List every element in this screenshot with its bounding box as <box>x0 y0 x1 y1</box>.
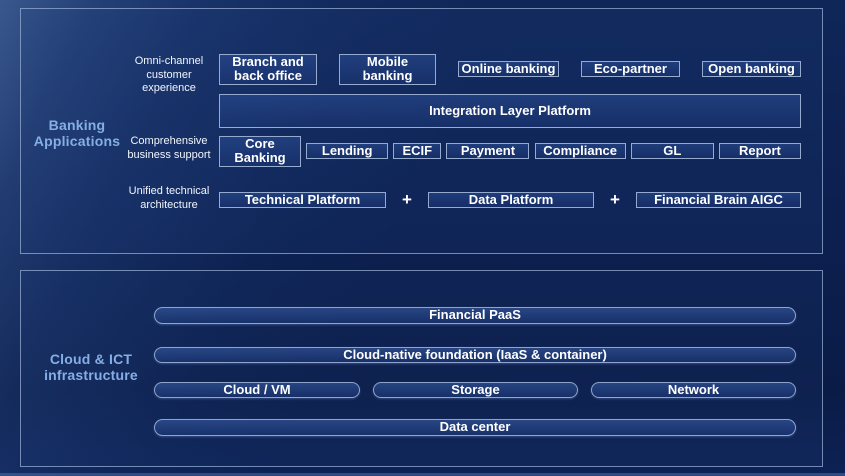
box-gl: GL <box>631 143 714 160</box>
cloud-ict-panel: Cloud & ICT infrastructure Financial Paa… <box>20 270 823 467</box>
box-cloud-native-foundation: Cloud-native foundation (IaaS & containe… <box>154 347 796 364</box>
box-technical-platform: Technical Platform <box>219 192 386 209</box>
banking-applications-panel: Banking Applications Omni-channel custom… <box>20 8 823 254</box>
comprehensive-business-support-label: Comprehensive business support <box>113 135 225 162</box>
banking-content: Branch and back office Mobile banking On… <box>219 9 801 253</box>
box-network: Network <box>591 382 796 399</box>
box-storage: Storage <box>373 382 578 399</box>
box-branch-and-back-office: Branch and back office <box>219 54 317 85</box>
box-cloud-vm: Cloud / VM <box>154 382 360 399</box>
cloud-ict-infrastructure-label: Cloud & ICT infrastructure <box>31 351 151 383</box>
plus-sign-1: + <box>386 190 428 210</box>
architecture-diagram: Banking Applications Omni-channel custom… <box>0 0 845 476</box>
datacenter-row: Data center <box>154 413 796 442</box>
box-ecif: ECIF <box>393 143 441 160</box>
cloud-content: Financial PaaS Cloud-native foundation (… <box>154 271 796 466</box>
box-financial-paas: Financial PaaS <box>154 307 796 324</box>
paas-row: Financial PaaS <box>154 301 796 330</box>
box-lending: Lending <box>306 143 388 160</box>
architecture-row: Technical Platform + Data Platform + Fin… <box>219 179 801 221</box>
box-integration-layer-platform: Integration Layer Platform <box>219 94 801 128</box>
plus-sign-2: + <box>594 190 636 210</box>
channel-row: Branch and back office Mobile banking On… <box>219 53 801 85</box>
box-core-banking: Core Banking <box>219 136 301 167</box>
box-payment: Payment <box>446 143 529 160</box>
business-row: Core Banking Lending ECIF Payment Compli… <box>219 134 801 168</box>
box-data-platform: Data Platform <box>428 192 594 209</box>
box-online-banking: Online banking <box>458 61 559 78</box>
box-eco-partner: Eco-partner <box>581 61 680 78</box>
box-mobile-banking: Mobile banking <box>339 54 436 85</box>
box-data-center: Data center <box>154 419 796 436</box>
unified-technical-architecture-label: Unified technical architecture <box>113 185 225 212</box>
box-open-banking: Open banking <box>702 61 801 78</box>
foundation-row: Cloud-native foundation (IaaS & containe… <box>154 341 796 369</box>
omni-channel-experience-label: Omni-channel customer experience <box>113 55 225 96</box>
box-compliance: Compliance <box>535 143 626 160</box>
infra-row: Cloud / VM Storage Network <box>154 376 796 404</box>
box-financial-brain-aigc: Financial Brain AIGC <box>636 192 801 209</box>
box-report: Report <box>719 143 801 160</box>
